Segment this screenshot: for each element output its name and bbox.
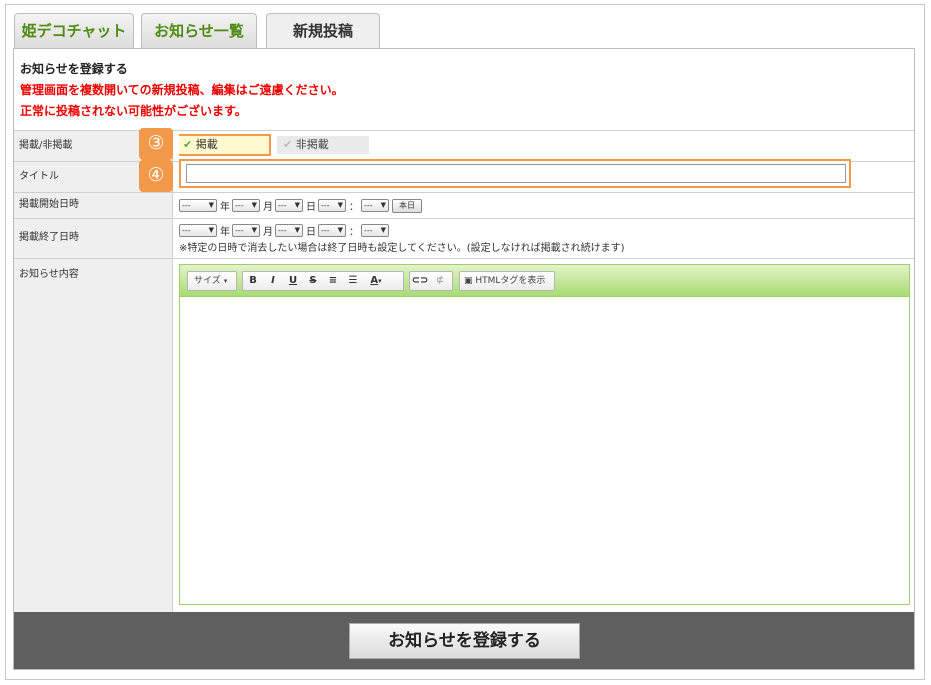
strikethrough-button[interactable]: S bbox=[303, 272, 323, 290]
chevron-down-icon: ▾ bbox=[378, 277, 382, 285]
bold-button[interactable]: B bbox=[243, 272, 263, 290]
font-size-label: サイズ bbox=[194, 276, 221, 286]
select-value: --- bbox=[278, 201, 287, 210]
chevron-down-icon: ▼ bbox=[294, 226, 300, 234]
today-button[interactable]: 本日 bbox=[392, 198, 422, 213]
content-row: お知らせ内容 サイズ ▾ B I U S ≡ ☰ A▾ ⊂⊃ ⊄ ▣ HTMLタグを表示 bbox=[14, 258, 914, 612]
unit-day: 日 bbox=[306, 202, 316, 213]
submit-button[interactable]: お知らせを登録する bbox=[349, 623, 580, 659]
title-highlight bbox=[179, 159, 851, 188]
radio-unpublished[interactable]: ✔ 非掲載 bbox=[277, 136, 369, 154]
end-datetime-note: ※特定の日時で消去したい場合は終了日時も設定してください。(設定しなければ掲載さ… bbox=[179, 243, 625, 254]
chevron-down-icon: ▼ bbox=[380, 201, 386, 209]
align-center-button[interactable]: ≡ bbox=[323, 272, 343, 290]
form-footer: お知らせを登録する bbox=[14, 612, 914, 669]
tab-notice-list[interactable]: お知らせ一覧 bbox=[141, 13, 257, 48]
format-button-group: B I U S ≡ ☰ A▾ bbox=[242, 271, 404, 291]
chevron-down-icon: ▼ bbox=[208, 226, 214, 234]
radio-published[interactable]: ✔ 掲載 bbox=[179, 134, 271, 156]
font-color-label: A bbox=[370, 275, 379, 286]
start-datetime-fields: --- ▼ 年 --- ▼ 月 --- ▼ 日 --- ▼ ： --- ▼ 本日 bbox=[179, 193, 914, 218]
select-value: --- bbox=[235, 226, 244, 235]
chevron-down-icon: ▼ bbox=[251, 226, 257, 234]
start-year-select[interactable]: --- ▼ bbox=[179, 199, 217, 212]
chevron-down-icon: ▼ bbox=[208, 201, 214, 209]
link-icon: ⊂⊃ bbox=[411, 275, 429, 286]
title-input[interactable] bbox=[186, 164, 846, 183]
align-center-icon: ≡ bbox=[328, 275, 338, 286]
unit-month: 月 bbox=[263, 227, 273, 238]
check-icon: ✔ bbox=[183, 138, 193, 151]
unlink-button[interactable]: ⊄ bbox=[430, 272, 450, 290]
editor-toolbar: サイズ ▾ B I U S ≡ ☰ A▾ ⊂⊃ ⊄ ▣ HTMLタグを表示 bbox=[180, 265, 909, 297]
chevron-down-icon: ▼ bbox=[337, 226, 343, 234]
html-icon: ▣ bbox=[464, 276, 473, 286]
select-value: --- bbox=[278, 226, 287, 235]
warning-text-1: 管理画面を複数開いての新規投稿、編集はご遠慮ください。 bbox=[20, 83, 344, 97]
title-field-wrap bbox=[179, 159, 914, 192]
check-icon: ✔ bbox=[283, 138, 293, 151]
chevron-down-icon: ▼ bbox=[294, 201, 300, 209]
status-options: ✔ 掲載 ✔ 非掲載 bbox=[179, 131, 914, 161]
unit-month: 月 bbox=[263, 202, 273, 213]
select-value: --- bbox=[364, 201, 373, 210]
notice-block: お知らせを登録する 管理画面を複数開いての新規投稿、編集はご遠慮ください。 正常… bbox=[20, 59, 344, 122]
tab-hime-deco-chat[interactable]: 姫デコチャット bbox=[14, 13, 134, 48]
unit-year: 年 bbox=[220, 227, 230, 238]
editor-content-area[interactable] bbox=[180, 298, 909, 604]
unit-year: 年 bbox=[220, 202, 230, 213]
start-datetime-label: 掲載開始日時 bbox=[14, 193, 173, 218]
end-year-select[interactable]: --- ▼ bbox=[179, 224, 217, 237]
start-datetime-row: 掲載開始日時 --- ▼ 年 --- ▼ 月 --- ▼ 日 --- ▼ ： --- ▼ 本日 bbox=[14, 192, 914, 218]
content-field: サイズ ▾ B I U S ≡ ☰ A▾ ⊂⊃ ⊄ ▣ HTMLタグを表示 bbox=[179, 259, 914, 612]
end-datetime-label: 掲載終了日時 bbox=[14, 219, 173, 258]
select-value: --- bbox=[321, 201, 330, 210]
warning-text-2: 正常に投稿されない可能性がございます。 bbox=[20, 104, 247, 118]
chevron-down-icon: ▼ bbox=[380, 226, 386, 234]
underline-button[interactable]: U bbox=[283, 272, 303, 290]
end-datetime-row: 掲載終了日時 --- ▼ 年 --- ▼ 月 --- ▼ 日 --- ▼ ： --- ▼ ※特定の日時で消… bbox=[14, 218, 914, 258]
italic-button[interactable]: I bbox=[263, 272, 283, 290]
link-button[interactable]: ⊂⊃ bbox=[410, 272, 430, 290]
end-datetime-fields: --- ▼ 年 --- ▼ 月 --- ▼ 日 --- ▼ ： --- ▼ ※特定の日時で消去したい場合は… bbox=[179, 219, 914, 258]
select-value: --- bbox=[182, 201, 191, 210]
link-button-group: ⊂⊃ ⊄ bbox=[409, 271, 453, 291]
content-label: お知らせ内容 bbox=[14, 259, 173, 612]
start-minute-select[interactable]: --- ▼ bbox=[361, 199, 389, 212]
font-size-dropdown[interactable]: サイズ ▾ bbox=[187, 271, 237, 291]
time-separator: ： bbox=[349, 202, 359, 213]
time-separator: ： bbox=[349, 227, 359, 238]
radio-unpublished-label: 非掲載 bbox=[295, 138, 329, 151]
chevron-down-icon: ▾ bbox=[223, 277, 228, 285]
start-hour-select[interactable]: --- ▼ bbox=[318, 199, 346, 212]
start-day-select[interactable]: --- ▼ bbox=[275, 199, 303, 212]
rich-text-editor: サイズ ▾ B I U S ≡ ☰ A▾ ⊂⊃ ⊄ ▣ HTMLタグを表示 bbox=[179, 264, 910, 605]
tab-new-post[interactable]: 新規投稿 bbox=[266, 13, 380, 49]
select-value: --- bbox=[182, 226, 191, 235]
chevron-down-icon: ▼ bbox=[337, 201, 343, 209]
select-value: --- bbox=[321, 226, 330, 235]
unit-day: 日 bbox=[306, 227, 316, 238]
font-color-button[interactable]: A▾ bbox=[363, 272, 389, 290]
step-marker-4: ④ bbox=[139, 160, 173, 192]
step-marker-3: ③ bbox=[139, 128, 173, 160]
end-month-select[interactable]: --- ▼ bbox=[232, 224, 260, 237]
select-value: --- bbox=[235, 201, 244, 210]
html-toggle-label: HTMLタグを表示 bbox=[475, 276, 546, 286]
select-value: --- bbox=[364, 226, 373, 235]
start-month-select[interactable]: --- ▼ bbox=[232, 199, 260, 212]
end-day-select[interactable]: --- ▼ bbox=[275, 224, 303, 237]
end-minute-select[interactable]: --- ▼ bbox=[361, 224, 389, 237]
align-justify-icon: ☰ bbox=[348, 275, 358, 286]
form-heading: お知らせを登録する bbox=[20, 62, 128, 76]
chevron-down-icon: ▼ bbox=[251, 201, 257, 209]
html-toggle-button[interactable]: ▣ HTMLタグを表示 bbox=[459, 271, 555, 291]
unlink-icon: ⊄ bbox=[435, 275, 445, 286]
end-hour-select[interactable]: --- ▼ bbox=[318, 224, 346, 237]
align-justify-button[interactable]: ☰ bbox=[343, 272, 363, 290]
radio-published-label: 掲載 bbox=[195, 138, 218, 151]
